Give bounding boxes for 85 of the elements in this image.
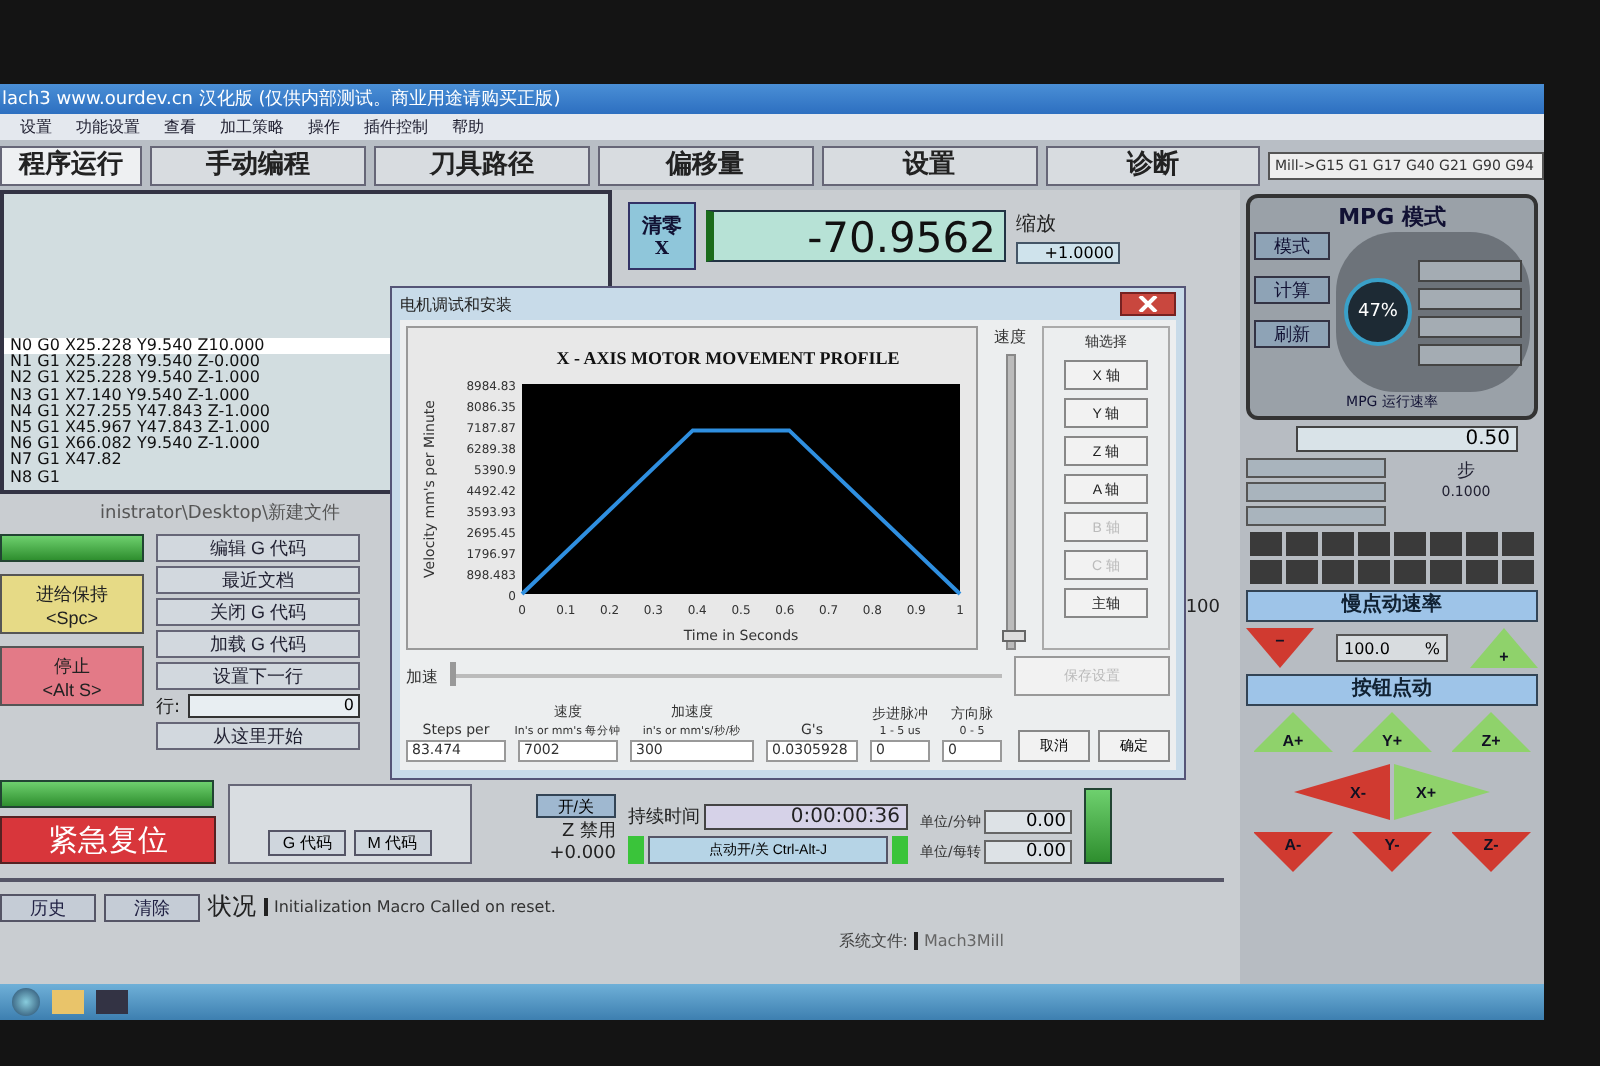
scale-label: 缩放: [1016, 211, 1058, 237]
clear-button[interactable]: 清除: [104, 893, 200, 921]
file-button[interactable]: 最近文档: [156, 566, 360, 594]
mode-button[interactable]: 计算: [1254, 276, 1330, 304]
jog-rate-field[interactable]: 100.0 %: [1336, 634, 1448, 662]
mode-button[interactable]: 刷新: [1254, 320, 1330, 348]
tab[interactable]: 设置: [821, 146, 1038, 186]
stop-button[interactable]: 停止 <Alt S>: [0, 646, 144, 706]
feedrate-value: 100: [1185, 598, 1222, 618]
code-button[interactable]: G 代码: [268, 830, 346, 856]
scale-value: +1.0000: [1016, 241, 1120, 263]
start-button[interactable]: [12, 988, 40, 1016]
menu-item[interactable]: 设置: [20, 116, 52, 138]
file-path: inistrator\Desktop\新建文件: [100, 501, 341, 528]
tab[interactable]: 手动编程: [149, 146, 366, 186]
menu-item[interactable]: 功能设置: [76, 116, 140, 138]
gauge: 47%: [1344, 278, 1412, 346]
emergency-reset-button[interactable]: 紧急复位: [0, 816, 216, 864]
elapsed-time: 0:00:00:36: [704, 804, 908, 830]
axis-readout: -70.9562: [706, 210, 1006, 262]
toggle-button[interactable]: 开/关: [535, 794, 616, 818]
slider-thumb[interactable]: [450, 662, 456, 686]
file-button[interactable]: 关闭 G 代码: [156, 598, 360, 626]
slider-thumb[interactable]: [1001, 630, 1025, 643]
jog-button[interactable]: X-: [1294, 764, 1390, 820]
z-inhibit-label: Z 禁用: [561, 819, 616, 844]
jog-button[interactable]: A-: [1253, 832, 1333, 872]
jog-button[interactable]: Z-: [1451, 832, 1531, 872]
panel-title: MPG 模式: [1336, 202, 1448, 232]
jog-button[interactable]: Y+: [1352, 712, 1432, 752]
code-button[interactable]: M 代码: [353, 830, 432, 856]
line-field[interactable]: 0: [188, 694, 360, 718]
feed-value: 0.00: [984, 840, 1072, 864]
profile-label: 系统文件:: [838, 930, 908, 952]
tab[interactable]: 刀具路径: [373, 146, 590, 186]
profile-field: Mach3Mill: [914, 932, 1044, 950]
run-from-here-button[interactable]: 从这里开始: [156, 722, 360, 750]
slow-jog-label: 慢点动速率: [1246, 590, 1538, 622]
jog-button[interactable]: A+: [1253, 712, 1333, 752]
mode-button[interactable]: [1246, 506, 1386, 526]
z-inhibit-value: +0.000: [549, 844, 616, 864]
button-jog-label: 按钮点动: [1246, 674, 1538, 706]
dial-button[interactable]: [1418, 287, 1522, 309]
file-button[interactable]: 设置下一行: [156, 662, 360, 690]
dial-button[interactable]: [1418, 343, 1522, 365]
speed-label: 速度: [994, 326, 1026, 348]
led-icon: [892, 836, 908, 864]
close-icon: [1138, 296, 1158, 312]
history-button[interactable]: 历史: [0, 893, 96, 921]
zero-button[interactable]: 清零 X: [628, 202, 696, 270]
line-label: 行:: [156, 695, 181, 719]
close-button[interactable]: [1120, 292, 1176, 316]
jog-button[interactable]: X+: [1394, 764, 1490, 820]
status-message: Initialization Macro Called on reset.: [264, 898, 874, 916]
dial-button[interactable]: [1418, 259, 1522, 281]
menu-item[interactable]: 插件控制: [364, 116, 428, 138]
feed-hold-button[interactable]: 进给保持 <Spc>: [0, 574, 144, 634]
decrease-button[interactable]: −: [1246, 628, 1314, 668]
step-label: 步: [1457, 459, 1475, 484]
tab[interactable]: 偏移量: [597, 146, 814, 186]
menu-item[interactable]: 查看: [164, 116, 196, 138]
window-title: lach3 www.ourdev.cn 汉化版 (仅供内部测试。商业用途请购买正版): [0, 87, 561, 112]
led-icon: [628, 836, 644, 864]
mode-button[interactable]: [1246, 482, 1386, 502]
mode-button[interactable]: [1246, 458, 1386, 478]
dial-button[interactable]: [1418, 315, 1522, 337]
feed-value: 0.00: [984, 810, 1072, 834]
increase-button[interactable]: +: [1470, 628, 1538, 668]
tab[interactable]: 程序运行: [0, 146, 142, 186]
jog-button[interactable]: Y-: [1352, 832, 1432, 872]
menu-item[interactable]: 加工策略: [220, 116, 284, 138]
cycle-start-bar: [0, 534, 144, 562]
jog-button[interactable]: Z+: [1451, 712, 1531, 752]
mode-button[interactable]: 模式: [1254, 232, 1330, 260]
file-button[interactable]: 加载 G 代码: [156, 630, 360, 658]
dialog-title: 电机调试和安装: [400, 293, 512, 315]
menu-item[interactable]: 操作: [308, 116, 340, 138]
menu-item[interactable]: 帮助: [452, 116, 484, 138]
elapsed-label: 持续时间: [628, 805, 700, 830]
spindle-indicator: [1084, 788, 1112, 864]
tab[interactable]: 诊断: [1045, 146, 1261, 186]
acceleration-label: 加速: [406, 665, 438, 687]
status-label: 状况: [208, 890, 256, 924]
rate-field[interactable]: 0.50: [1296, 426, 1518, 452]
file-button[interactable]: 编辑 G 代码: [156, 534, 360, 562]
